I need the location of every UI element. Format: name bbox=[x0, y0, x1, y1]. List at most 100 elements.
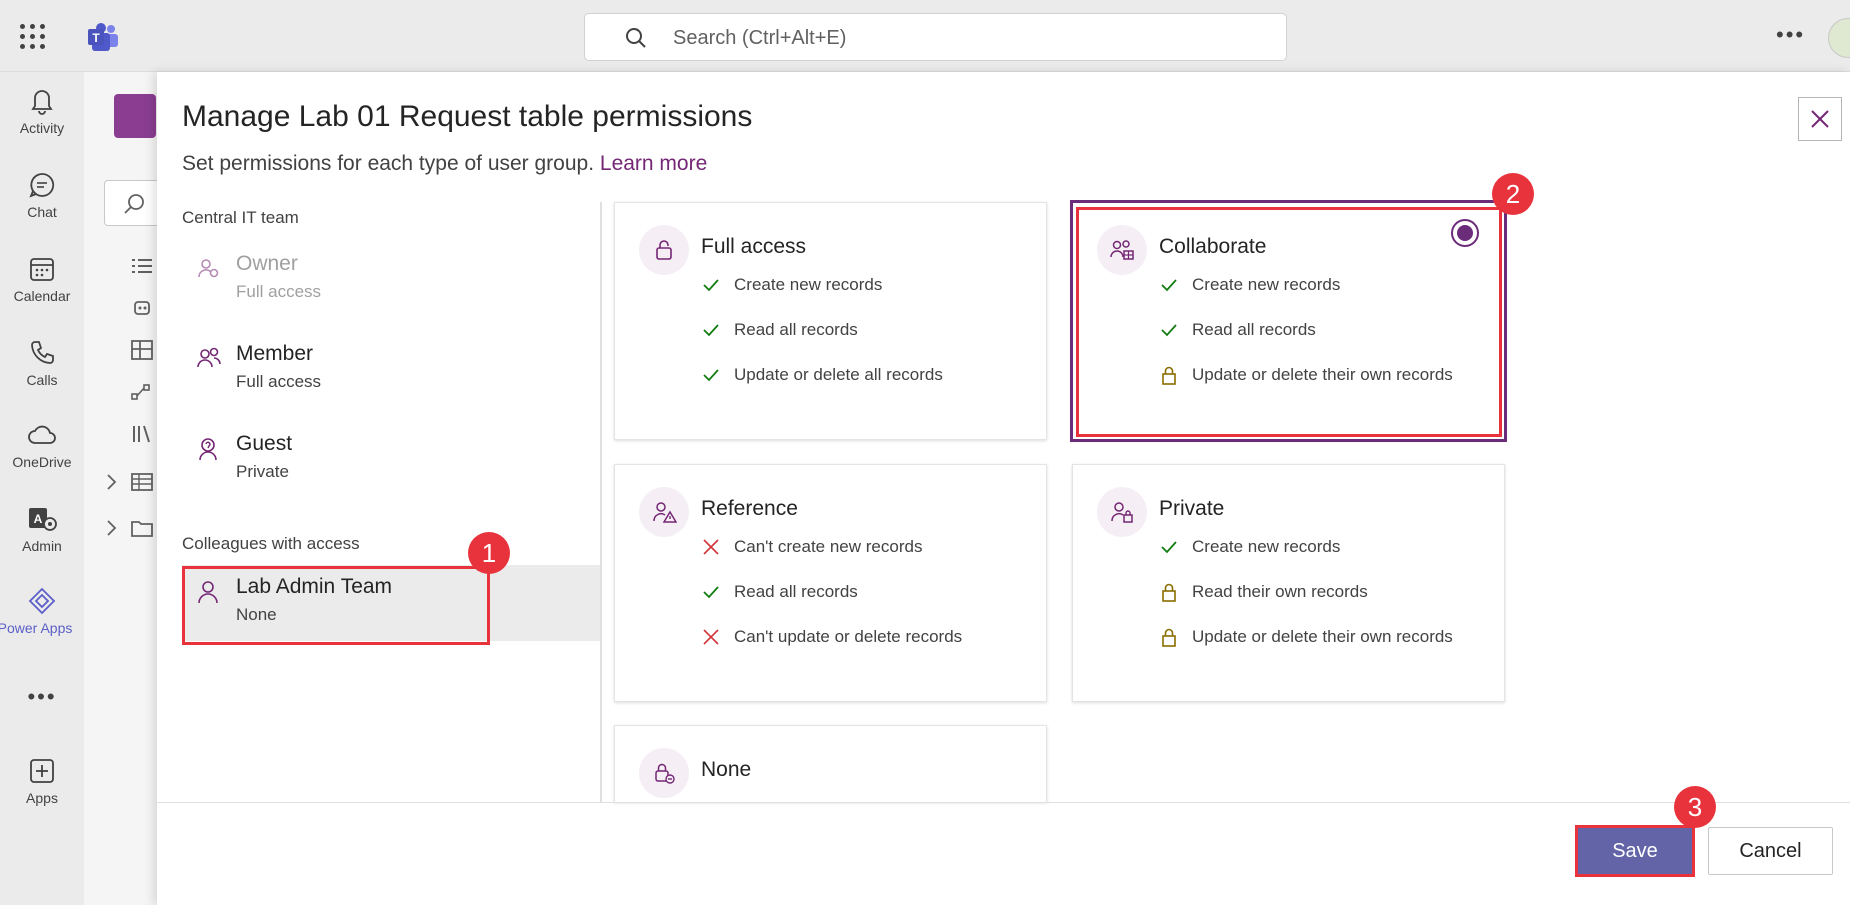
power-apps-logo-icon bbox=[114, 94, 156, 138]
rail-label: Apps bbox=[26, 790, 58, 806]
learn-more-link[interactable]: Learn more bbox=[600, 152, 707, 175]
card-none[interactable]: None bbox=[614, 725, 1047, 802]
permission-text: Read their own records bbox=[1192, 582, 1368, 601]
role-member[interactable]: Member Full access bbox=[182, 332, 602, 408]
rail-item-activity[interactable]: Activity bbox=[0, 86, 84, 136]
group-header-colleagues: Colleagues with access bbox=[182, 534, 360, 553]
permission-item: Create new records bbox=[1159, 275, 1453, 320]
permission-text: Read all records bbox=[1192, 320, 1316, 339]
table-icon[interactable] bbox=[130, 472, 154, 492]
sidebar-search-icon[interactable] bbox=[104, 180, 164, 226]
permission-text: Create new records bbox=[1192, 275, 1341, 294]
selected-radio[interactable] bbox=[1451, 219, 1479, 247]
permission-text: Create new records bbox=[734, 275, 883, 294]
rail-label: Chat bbox=[27, 204, 57, 220]
cross-icon bbox=[703, 629, 719, 645]
rail-item-power-apps[interactable]: Power Apps bbox=[0, 586, 84, 636]
card-collaborate[interactable]: Collaborate Create new records Read all … bbox=[1070, 200, 1507, 442]
search-box[interactable]: Search (Ctrl+Alt+E) bbox=[584, 13, 1287, 61]
lock-minus-icon bbox=[639, 748, 689, 798]
subtitle-text: Set permissions for each type of user gr… bbox=[182, 152, 595, 175]
rail-label: Admin bbox=[22, 538, 62, 554]
permission-item: Update or delete their own records bbox=[1159, 627, 1453, 672]
person-icon bbox=[198, 581, 218, 604]
group-header-central: Central IT team bbox=[182, 208, 299, 227]
group-collaborate-icon bbox=[1097, 225, 1147, 275]
save-button[interactable]: Save bbox=[1577, 827, 1693, 875]
svg-text:T: T bbox=[92, 31, 100, 45]
card-title: Full access bbox=[701, 235, 807, 258]
close-button[interactable] bbox=[1798, 97, 1842, 141]
card-title: None bbox=[701, 758, 752, 781]
permission-item: Can't update or delete records bbox=[701, 627, 962, 672]
step-badge-3: 3 bbox=[1674, 786, 1716, 828]
step-badge-2: 2 bbox=[1492, 173, 1534, 215]
folder-icon[interactable] bbox=[130, 518, 154, 538]
add-apps-icon bbox=[30, 759, 54, 783]
search-icon bbox=[626, 28, 646, 48]
card-full-access[interactable]: Full access Create new records Read all … bbox=[614, 202, 1047, 440]
rail-item-chat[interactable]: Chat bbox=[0, 170, 84, 220]
power-apps-sidebar bbox=[84, 72, 164, 905]
cross-icon bbox=[703, 539, 719, 555]
svg-text:A: A bbox=[34, 512, 43, 526]
lock-icon bbox=[1162, 628, 1176, 647]
permission-text: Can't update or delete records bbox=[734, 627, 963, 646]
bot-icon[interactable] bbox=[130, 298, 154, 318]
top-bar: T Search (Ctrl+Alt+E) ••• bbox=[0, 0, 1850, 72]
permission-item: Read their own records bbox=[1159, 582, 1453, 627]
rail-label: Calendar bbox=[13, 288, 71, 304]
permission-text: Create new records bbox=[1192, 537, 1341, 556]
permission-item: Read all records bbox=[1159, 320, 1453, 365]
role-owner[interactable]: Owner Full access bbox=[182, 242, 602, 318]
rail-item-calendar[interactable]: Calendar bbox=[0, 254, 84, 304]
role-name: Lab Admin Team bbox=[236, 575, 393, 598]
person-warning-icon bbox=[639, 487, 689, 537]
rail-item-apps[interactable]: Apps bbox=[0, 756, 84, 806]
teams-logo-icon: T bbox=[88, 23, 118, 51]
owner-icon bbox=[198, 259, 219, 278]
rail-item-onedrive[interactable]: OneDrive bbox=[0, 420, 84, 470]
footer-divider bbox=[157, 802, 1850, 803]
chevron-right-icon[interactable] bbox=[100, 472, 124, 492]
card-reference[interactable]: Reference Can't create new records Read … bbox=[614, 464, 1047, 702]
rail-item-calls[interactable]: Calls bbox=[0, 338, 84, 388]
role-guest[interactable]: Guest Private bbox=[182, 422, 602, 498]
bell-icon bbox=[31, 90, 53, 115]
member-icon bbox=[197, 347, 221, 368]
role-access: Full access bbox=[236, 282, 322, 301]
list-icon[interactable] bbox=[130, 256, 154, 276]
role-name: Member bbox=[236, 342, 314, 365]
cancel-button[interactable]: Cancel bbox=[1708, 827, 1833, 875]
app-launcher-icon[interactable] bbox=[20, 24, 46, 50]
card-private[interactable]: Private Create new records Read their ow… bbox=[1072, 464, 1505, 702]
permissions-dialog: Manage Lab 01 Request table permissions … bbox=[157, 72, 1850, 905]
permission-item: Update or delete their own records bbox=[1159, 365, 1453, 410]
more-options-icon[interactable]: ••• bbox=[1776, 22, 1805, 48]
app-rail: Activity Chat Calendar Calls OneDrive A … bbox=[0, 72, 84, 905]
rail-label: Calls bbox=[26, 372, 58, 388]
cloud-icon bbox=[28, 425, 56, 444]
role-lab-admin-team[interactable]: Lab Admin Team None bbox=[182, 565, 600, 641]
column-divider bbox=[600, 202, 602, 802]
admin-icon: A bbox=[29, 508, 57, 531]
chevron-right-icon[interactable] bbox=[100, 518, 124, 538]
rail-label: Power Apps bbox=[0, 620, 73, 636]
more-apps-icon[interactable]: ••• bbox=[0, 684, 84, 710]
role-access: Private bbox=[236, 462, 289, 481]
permission-item: Read all records bbox=[701, 582, 962, 627]
step-badge-1: 1 bbox=[468, 532, 510, 574]
chat-icon bbox=[29, 173, 55, 198]
lock-icon bbox=[1162, 366, 1176, 385]
role-name: Guest bbox=[236, 432, 293, 455]
permission-item: Read all records bbox=[701, 320, 943, 365]
library-icon[interactable] bbox=[130, 424, 154, 444]
check-icon bbox=[703, 369, 719, 382]
dialog-subtitle: Set permissions for each type of user gr… bbox=[182, 152, 707, 176]
layout-icon[interactable] bbox=[130, 340, 154, 360]
flow-icon[interactable] bbox=[130, 382, 154, 402]
avatar[interactable] bbox=[1828, 18, 1850, 58]
rail-item-admin[interactable]: A Admin bbox=[0, 504, 84, 554]
permission-text: Update or delete their own records bbox=[1192, 365, 1453, 384]
permission-text: Read all records bbox=[734, 320, 858, 339]
